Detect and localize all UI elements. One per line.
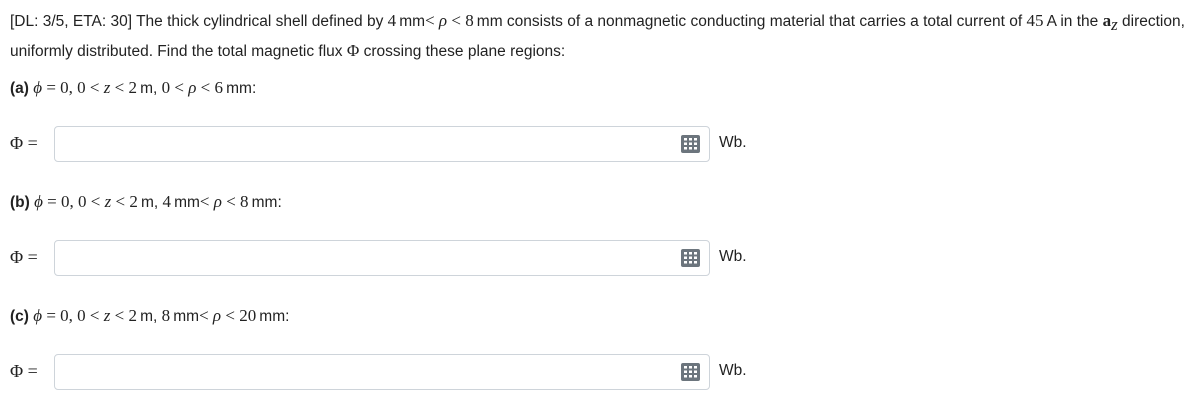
answer-c-label: Φ =	[10, 361, 38, 381]
direction-sub: z	[1111, 15, 1118, 34]
answer-a-label: Φ =	[10, 133, 38, 153]
current-unit: A	[1046, 13, 1057, 30]
part-a-label: (a) ϕ = 0, 0 < z < 2 m, 0 < ρ < 6 mm:	[10, 78, 257, 97]
flux-symbol: Φ	[346, 41, 360, 60]
problem-in: in the	[1056, 13, 1103, 30]
part-a-tag: (a)	[10, 80, 29, 97]
answer-c-unit: Wb.	[719, 362, 747, 379]
answer-row-b: Φ = Wb.	[10, 240, 770, 276]
answer-row-c: Φ = Wb.	[10, 354, 770, 390]
answer-c-input[interactable]	[54, 354, 710, 390]
answer-b-label: Φ =	[10, 247, 38, 267]
part-c-tag: (c)	[10, 308, 29, 325]
r-outer: 8	[465, 11, 474, 30]
unit-mm-1: mm	[399, 13, 426, 30]
answer-row-a: Φ = Wb.	[10, 126, 770, 162]
problem-mid: consists of a nonmagnetic conducting mat…	[502, 13, 1027, 30]
current-value: 45	[1026, 11, 1044, 30]
answer-a-unit: Wb.	[719, 134, 747, 151]
answer-b-input[interactable]	[54, 240, 710, 276]
problem-tail: crossing these plane regions:	[359, 43, 566, 60]
keypad-icon[interactable]	[680, 362, 701, 382]
direction-vector: a	[1102, 11, 1112, 30]
keypad-icon[interactable]	[680, 248, 701, 268]
part-c-label: (c) ϕ = 0, 0 < z < 2 m, 8 mm< ρ < 20 mm:	[10, 306, 290, 325]
r-inner: 4	[387, 11, 397, 30]
part-b-tag: (b)	[10, 194, 30, 211]
answer-a-input[interactable]	[54, 126, 710, 162]
part-b-label: (b) ϕ = 0, 0 < z < 2 m, 4 mm< ρ < 8 mm:	[10, 192, 282, 211]
answer-b-unit: Wb.	[719, 248, 747, 265]
problem-statement: [DL: 3/5, ETA: 30] The thick cylindrical…	[10, 11, 1185, 60]
keypad-icon[interactable]	[680, 134, 701, 154]
problem-prefix: [DL: 3/5, ETA: 30] The thick cylindrical…	[10, 13, 388, 30]
unit-mm-2: mm	[476, 13, 503, 30]
